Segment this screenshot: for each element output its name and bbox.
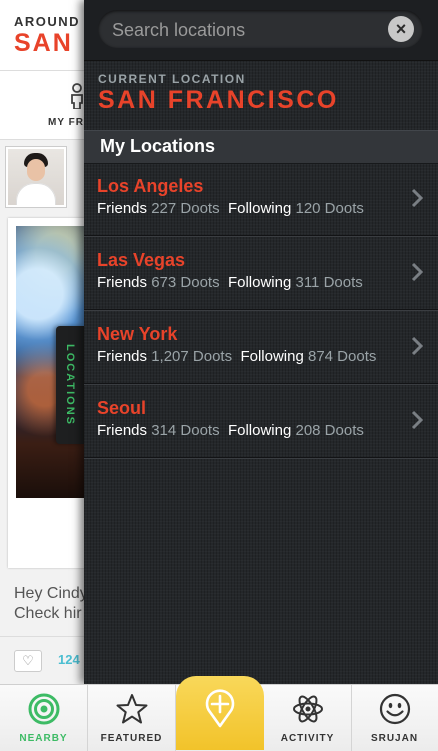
background-header: AROUND SAN — [0, 0, 90, 71]
friends-label: Friends — [97, 422, 148, 439]
avatar[interactable] — [6, 147, 66, 207]
friends-label: Friends — [97, 200, 148, 217]
background-header-title: AROUND — [14, 14, 81, 29]
following-count: 120 Doots — [295, 200, 364, 217]
following-label: Following — [227, 200, 292, 217]
current-location-city[interactable]: SAN FRANCISCO — [98, 86, 339, 115]
location-row[interactable]: New York Friends 1,207 Doots Following 8… — [84, 310, 438, 384]
background-nav-tab[interactable]: MY FR — [0, 71, 90, 140]
following-count: 874 Doots — [307, 348, 377, 365]
star-icon — [116, 694, 148, 724]
friends-count: 227 Doots — [151, 200, 220, 217]
search-input[interactable] — [110, 10, 384, 50]
location-name: Los Angeles — [97, 176, 204, 196]
friends-label: Friends — [97, 348, 148, 365]
chevron-right-icon — [411, 336, 424, 356]
background-header-city: SAN — [14, 29, 73, 57]
location-stats: Friends 314 Doots Following 208 Doots — [97, 422, 364, 439]
tab-label: FEATURED — [100, 733, 163, 744]
following-count: 208 Doots — [295, 422, 364, 439]
friends-label: Friends — [97, 274, 148, 291]
tab-profile[interactable]: SRUJAN — [351, 685, 438, 751]
friends-count: 314 Doots — [151, 422, 220, 439]
friends-count: 673 Doots — [151, 274, 220, 291]
locations-drawer-handle[interactable]: LOCATIONS — [56, 326, 84, 444]
following-label: Following — [240, 348, 304, 365]
chevron-right-icon — [411, 262, 424, 282]
locations-handle-label: LOCATIONS — [64, 344, 76, 426]
chevron-right-icon — [411, 188, 424, 208]
location-name: Las Vegas — [97, 250, 186, 270]
divider — [0, 636, 90, 637]
post-text-line: Check hir — [14, 605, 82, 622]
add-location-button[interactable] — [176, 676, 264, 750]
clear-search-button[interactable]: × — [388, 16, 414, 42]
locations-list: Los Angeles Friends 227 Doots Following … — [84, 162, 438, 458]
following-label: Following — [227, 422, 292, 439]
post-text: Hey Cindy Check hir — [14, 584, 88, 624]
tab-label: SRUJAN — [370, 733, 419, 744]
like-count: 124 — [58, 652, 80, 667]
map-pin-plus-icon — [205, 689, 235, 728]
location-stats: Friends 1,207 Doots Following 874 Doots — [97, 348, 376, 365]
search-bar: × — [84, 0, 438, 61]
location-row[interactable]: Seoul Friends 314 Doots Following 208 Do… — [84, 384, 438, 458]
following-count: 311 Doots — [295, 274, 363, 291]
current-location-label: CURRENT LOCATION — [98, 72, 246, 86]
background-nav-label: MY FR — [48, 117, 84, 128]
my-locations-title: My Locations — [100, 136, 216, 156]
location-name: Seoul — [97, 398, 147, 418]
tab-activity[interactable]: ACTIVITY — [264, 685, 352, 751]
following-label: Following — [227, 274, 292, 291]
location-name: New York — [97, 324, 178, 344]
location-stats: Friends 227 Doots Following 120 Doots — [97, 200, 364, 217]
post-text-line: Hey Cindy — [14, 585, 88, 602]
location-stats: Friends 673 Doots Following 311 Doots — [97, 274, 363, 291]
atom-icon — [293, 695, 323, 723]
heart-icon[interactable]: ♡ — [14, 650, 42, 672]
my-locations-header: My Locations — [84, 130, 438, 164]
friends-count: 1,207 Doots — [151, 348, 233, 365]
search-box: × — [98, 10, 423, 50]
locations-drawer: × CURRENT LOCATION SAN FRANCISCO My Loca… — [84, 0, 438, 684]
person-icon — [71, 83, 83, 109]
location-row[interactable]: Las Vegas Friends 673 Doots Following 31… — [84, 236, 438, 310]
target-icon — [28, 693, 60, 725]
tab-nearby[interactable]: NEARBY — [0, 685, 88, 751]
tab-featured[interactable]: FEATURED — [88, 685, 176, 751]
tab-label: ACTIVITY — [280, 733, 335, 744]
tab-label: NEARBY — [19, 733, 68, 744]
location-row[interactable]: Los Angeles Friends 227 Doots Following … — [84, 162, 438, 236]
smiley-icon — [379, 693, 411, 725]
chevron-right-icon — [411, 410, 424, 430]
